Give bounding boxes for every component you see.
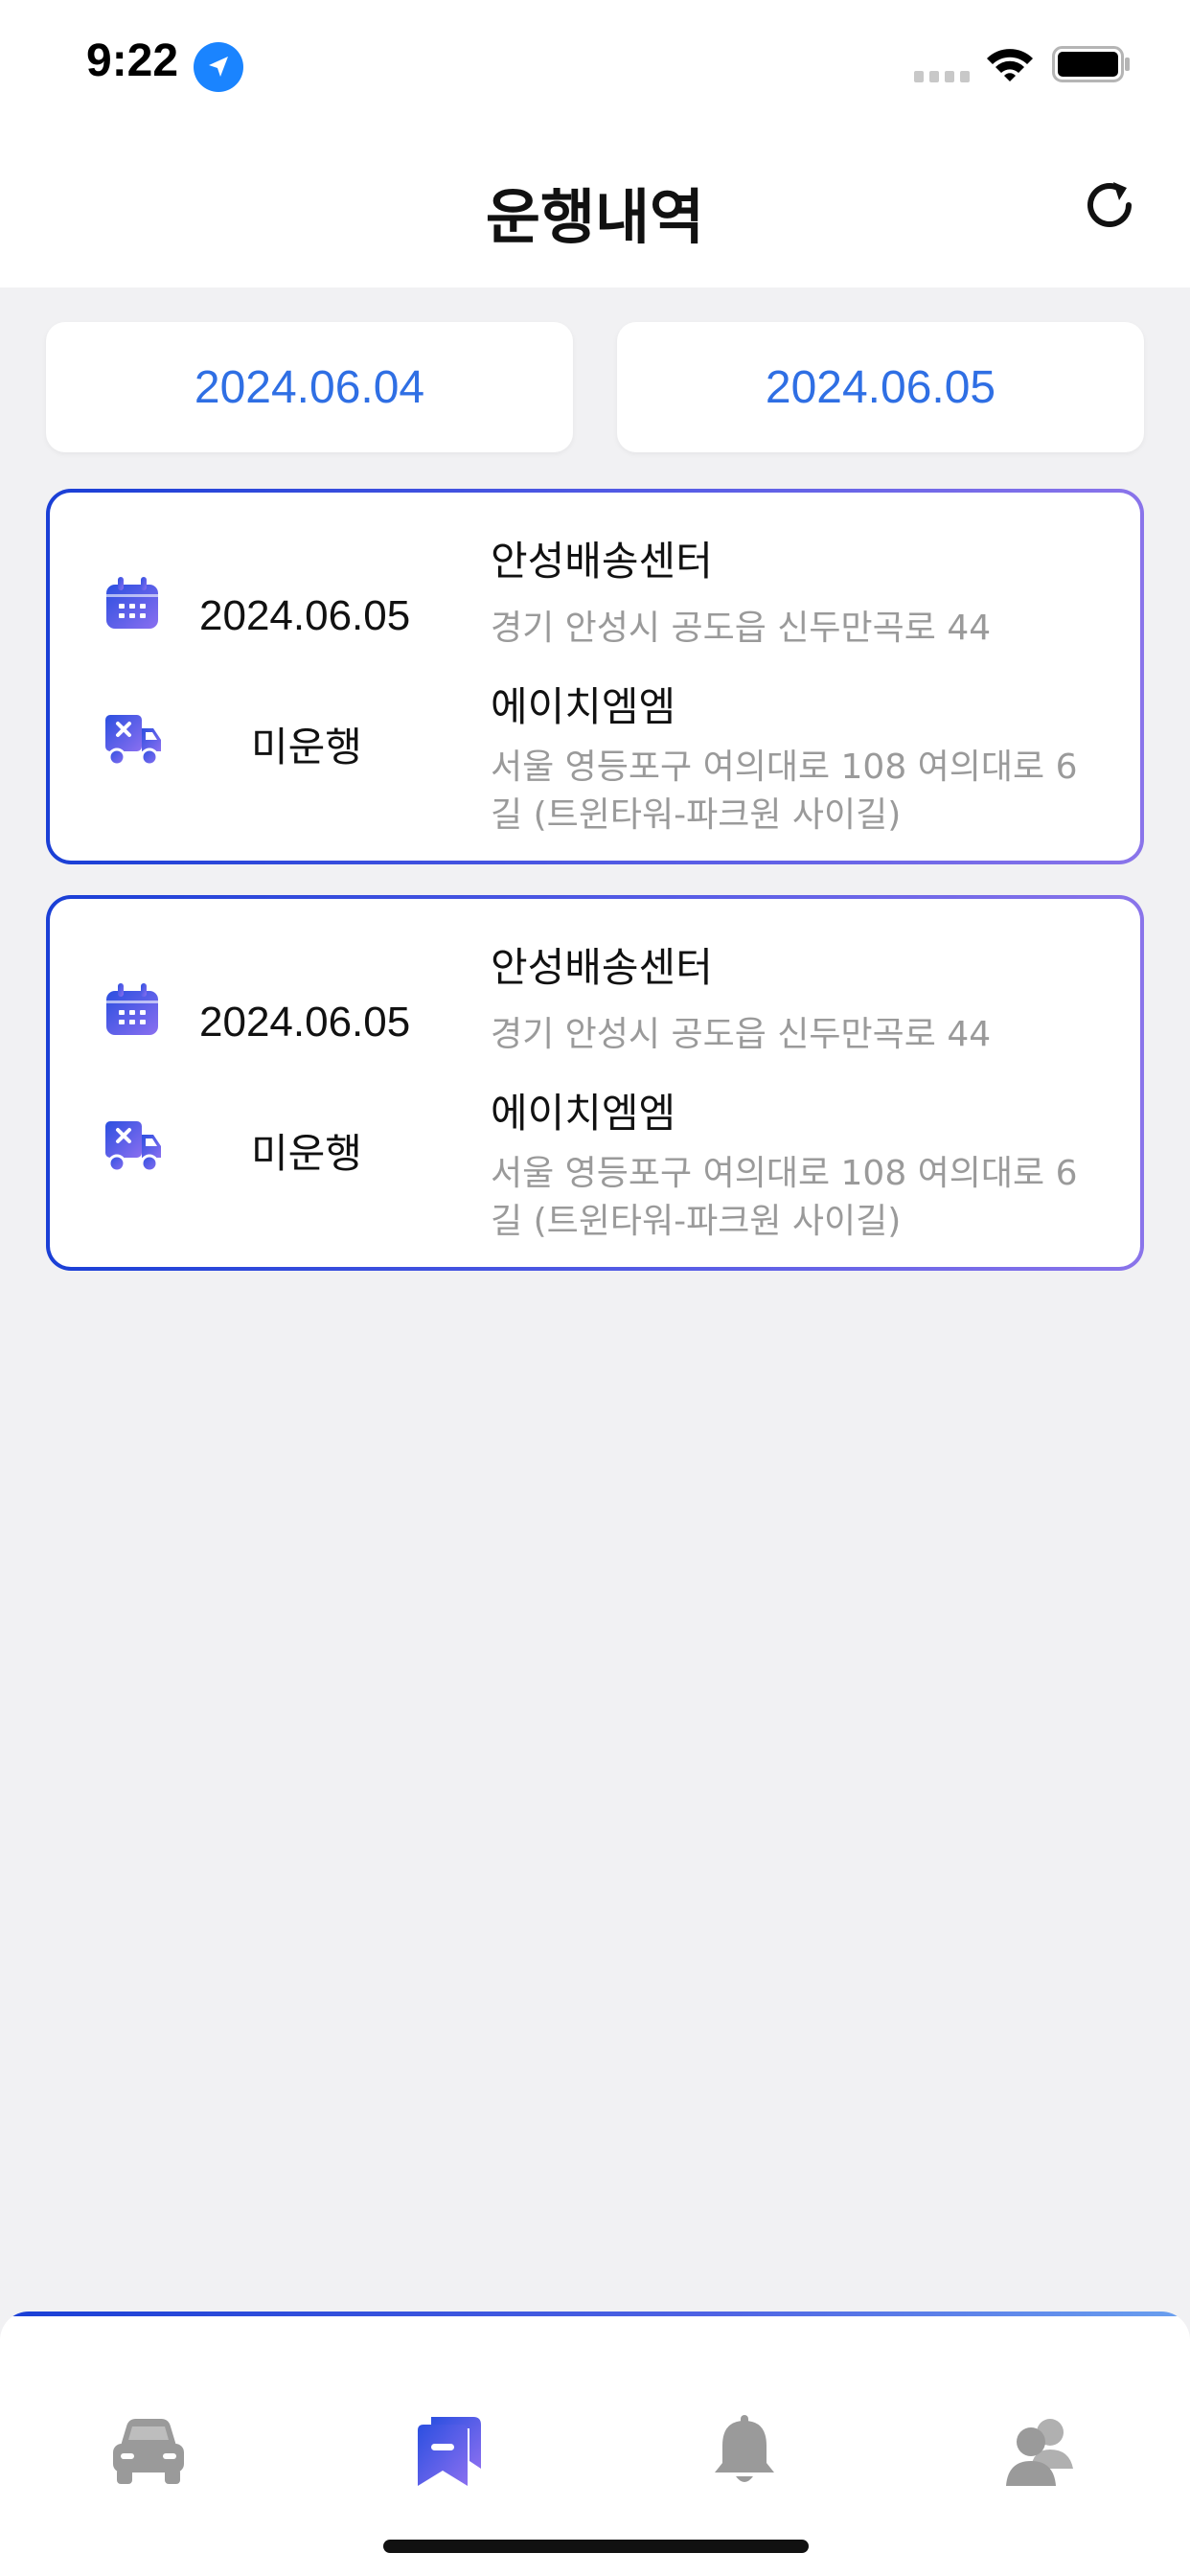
calendar-icon xyxy=(106,983,158,1035)
wifi-icon xyxy=(987,49,1033,81)
car-icon[interactable] xyxy=(109,2413,188,2490)
origin-name: 안성배송센터 xyxy=(491,944,713,991)
cellular-signal-icon xyxy=(914,71,970,82)
end-date-button[interactable]: 2024.06.05 xyxy=(617,322,1144,452)
app-header: 운행내역 xyxy=(0,134,1190,288)
home-indicator xyxy=(383,2540,809,2553)
trip-record-card[interactable]: 2024.06.05 미운행 안성배송센터 경기 안성시 공도읍 신두만곡로 4… xyxy=(46,895,1144,1271)
battery-icon xyxy=(1052,46,1130,82)
origin-name: 안성배송센터 xyxy=(491,538,713,585)
nav-divider xyxy=(0,2312,1190,2316)
bottom-nav xyxy=(0,2312,1190,2576)
trip-record-card[interactable]: 2024.06.05 미운행 안성배송센터 경기 안성시 공도읍 신두만곡로 4… xyxy=(46,489,1144,864)
destination-address: 서울 영등포구 여의대로 108 여의대로 6길 (트윈타워-파크원 사이길) xyxy=(491,748,1078,835)
destination-name: 에이치엠엠 xyxy=(491,683,676,730)
location-arrow-icon xyxy=(194,42,243,92)
trip-status: 미운행 xyxy=(251,1130,362,1177)
origin-address: 경기 안성시 공도읍 신두만곡로 44 xyxy=(491,609,992,648)
trip-status: 미운행 xyxy=(251,724,362,770)
history-icon[interactable] xyxy=(408,2413,487,2490)
destination-name: 에이치엠엠 xyxy=(491,1090,676,1137)
page-title: 운행내역 xyxy=(485,182,705,252)
origin-address: 경기 안성시 공도읍 신두만곡로 44 xyxy=(491,1015,992,1054)
truck-cancel-icon xyxy=(105,1121,161,1173)
start-date-button[interactable]: 2024.06.04 xyxy=(46,322,573,452)
truck-cancel-icon xyxy=(105,715,161,767)
destination-address: 서울 영등포구 여의대로 108 여의대로 6길 (트윈타워-파크원 사이길) xyxy=(491,1154,1078,1241)
users-icon[interactable] xyxy=(1002,2413,1081,2490)
bell-icon[interactable] xyxy=(705,2413,784,2490)
status-bar: 9:22 xyxy=(0,0,1190,134)
trip-date: 2024.06.05 xyxy=(199,592,411,639)
trip-date: 2024.06.05 xyxy=(199,999,411,1046)
refresh-icon[interactable] xyxy=(1079,174,1140,236)
status-time: 9:22 xyxy=(86,35,179,86)
calendar-icon xyxy=(106,577,158,629)
